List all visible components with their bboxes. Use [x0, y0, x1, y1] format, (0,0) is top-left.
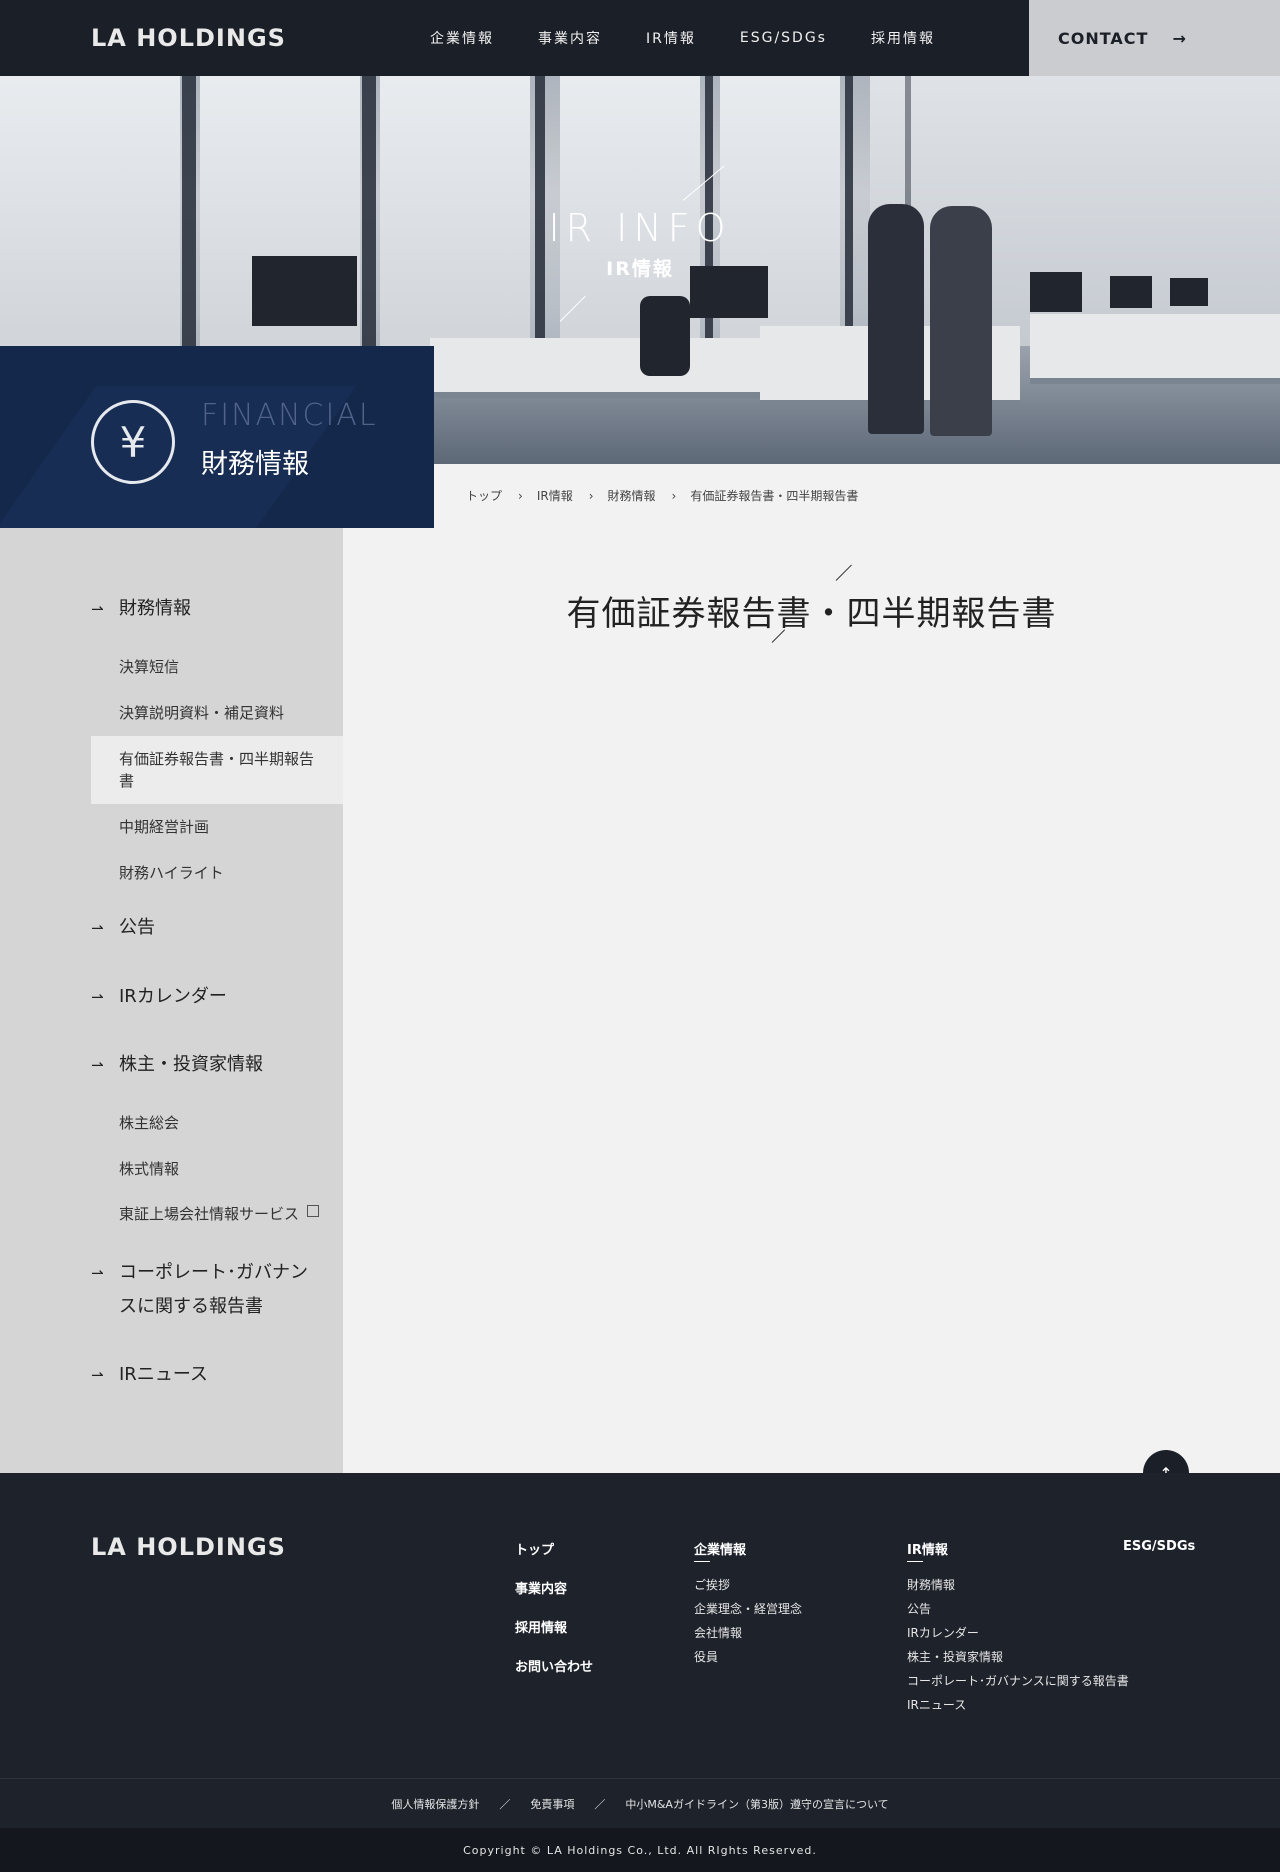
arrow-right-icon: ⇀ [91, 919, 104, 937]
chevron-right-icon: › [518, 488, 523, 503]
breadcrumb-top[interactable]: トップ [466, 487, 502, 504]
sidebar-item-ir-calendar[interactable]: ⇀ IRカレンダー [91, 980, 319, 1014]
sidebar-sub-stock-info[interactable]: 株式情報 [91, 1158, 343, 1180]
footer-col-esg: ESG/SDGs [1123, 1539, 1195, 1572]
breadcrumb: トップ › IR情報 › 財務情報 › 有価証券報告書・四半期報告書 [466, 487, 858, 504]
footer-head-ir[interactable]: IR情報 [907, 1539, 1129, 1562]
arrow-right-icon: ⇀ [91, 1264, 104, 1282]
sidebar-sub-tse-service[interactable]: 東証上場会社情報サービス [91, 1203, 343, 1225]
footer-link-greeting[interactable]: ご挨拶 [694, 1576, 802, 1593]
footer-link-top[interactable]: トップ [515, 1539, 593, 1558]
sidebar-sub-midterm-plan[interactable]: 中期経営計画 [91, 816, 343, 838]
hero-title-en: IR INFO [548, 206, 732, 250]
footer-link-governance[interactable]: コーポレート･ガバナンスに関する報告書 [907, 1672, 1129, 1689]
hero-title: IR INFO IR情報 [0, 206, 1280, 281]
copyright: Copyright © LA Holdings Co., Ltd. All RI… [0, 1828, 1280, 1872]
footer-link-ma-guideline[interactable]: 中小M&Aガイドライン（第3版）遵守の宣言について [625, 1796, 888, 1812]
chevron-right-icon: › [588, 488, 594, 503]
arrow-right-icon: ⇀ [91, 1056, 104, 1074]
nav-recruit[interactable]: 採用情報 [871, 28, 935, 48]
sidebar-item-financial[interactable]: ⇀ 財務情報 [91, 592, 319, 626]
category-title-en: FINANCIAL [201, 398, 378, 433]
sidebar-item-governance[interactable]: ⇀ コーポレート･ガバナンスに関する報告書 [91, 1256, 309, 1324]
breadcrumb-current: 有価証券報告書・四半期報告書 [690, 489, 859, 503]
footer-logo[interactable]: LA HOLDINGS [91, 1533, 286, 1561]
arrow-right-icon: → [1172, 28, 1187, 48]
arrow-right-icon: ⇀ [91, 1366, 104, 1384]
hero-title-ja: IR情報 [606, 258, 674, 280]
footer-link-ir-calendar[interactable]: IRカレンダー [907, 1624, 1129, 1641]
footer-head-company[interactable]: 企業情報 [694, 1539, 802, 1562]
sidebar-sub-briefing-materials[interactable]: 決算説明資料・補足資料 [91, 702, 343, 724]
global-nav: 企業情報 事業内容 IR情報 ESG/SDGs 採用情報 [430, 0, 979, 76]
sidebar-sub-general-meeting[interactable]: 株主総会 [91, 1112, 343, 1134]
sidebar-sub-kessan-tanshin[interactable]: 決算短信 [91, 656, 343, 678]
external-link-icon [307, 1205, 320, 1217]
arrow-right-icon: ⇀ [91, 600, 104, 618]
sidebar: ⇀ 財務情報 決算短信 決算説明資料・補足資料 有価証券報告書・四半期報告書 中… [0, 528, 343, 1473]
site-logo[interactable]: LA HOLDINGS [91, 24, 286, 52]
footer-link-officers[interactable]: 役員 [694, 1648, 802, 1665]
footer-link-recruit[interactable]: 採用情報 [515, 1617, 593, 1636]
yen-icon: ¥ [91, 400, 175, 484]
breadcrumb-financial[interactable]: 財務情報 [608, 487, 656, 504]
footer-link-shareholders[interactable]: 株主・投資家情報 [907, 1648, 1129, 1665]
site-header: LA HOLDINGS 企業情報 事業内容 IR情報 ESG/SDGs 採用情報… [0, 0, 1280, 76]
sidebar-sub-securities-report[interactable]: 有価証券報告書・四半期報告書 [91, 736, 343, 804]
footer-link-contact[interactable]: お問い合わせ [515, 1656, 593, 1675]
sidebar-sub-financial-highlights[interactable]: 財務ハイライト [91, 862, 343, 884]
category-panel: ¥ FINANCIAL 財務情報 [0, 346, 434, 528]
breadcrumb-ir[interactable]: IR情報 [537, 487, 573, 504]
footer-link-disclaimer[interactable]: 免責事項 [530, 1796, 574, 1812]
sidebar-item-notice[interactable]: ⇀ 公告 [91, 911, 319, 945]
footer-link-privacy[interactable]: 個人情報保護方針 [391, 1796, 479, 1812]
page-title: 有価証券報告書・四半期報告書 [566, 594, 1057, 634]
sidebar-item-shareholders[interactable]: ⇀ 株主・投資家情報 [91, 1048, 319, 1082]
nav-ir[interactable]: IR情報 [646, 28, 696, 48]
footer-link-financial[interactable]: 財務情報 [907, 1576, 1129, 1593]
nav-esg[interactable]: ESG/SDGs [740, 30, 827, 46]
separator: ／ [594, 1797, 606, 1811]
contact-button[interactable]: CONTACT → [1029, 0, 1280, 76]
separator: ／ [499, 1797, 511, 1811]
sidebar-item-ir-news[interactable]: ⇀ IRニュース [91, 1358, 319, 1392]
footer-link-philosophy[interactable]: 企業理念・経営理念 [694, 1600, 802, 1617]
footer-link-ir-news[interactable]: IRニュース [907, 1696, 1129, 1713]
footer-col-ir: IR情報 財務情報 公告 IRカレンダー 株主・投資家情報 コーポレート･ガバナ… [907, 1539, 1129, 1720]
category-title-ja: 財務情報 [201, 449, 309, 480]
nav-company[interactable]: 企業情報 [430, 28, 494, 48]
arrow-right-icon: ⇀ [91, 988, 104, 1006]
chevron-right-icon: › [671, 488, 677, 503]
footer-head-esg[interactable]: ESG/SDGs [1123, 1539, 1195, 1554]
site-footer: LA HOLDINGS トップ 事業内容 採用情報 お問い合わせ 企業情報 ご挨… [0, 1473, 1280, 1778]
footer-col-main: トップ 事業内容 採用情報 お問い合わせ [515, 1539, 593, 1695]
nav-business[interactable]: 事業内容 [538, 28, 602, 48]
footer-link-notice[interactable]: 公告 [907, 1600, 1129, 1617]
footer-bottom-nav: 個人情報保護方針 ／ 免責事項 ／ 中小M&Aガイドライン（第3版）遵守の宣言に… [0, 1778, 1280, 1828]
footer-link-company-info[interactable]: 会社情報 [694, 1624, 802, 1641]
footer-link-business[interactable]: 事業内容 [515, 1578, 593, 1597]
contact-label: CONTACT [1058, 28, 1149, 48]
footer-col-company: 企業情報 ご挨拶 企業理念・経営理念 会社情報 役員 [694, 1539, 802, 1672]
